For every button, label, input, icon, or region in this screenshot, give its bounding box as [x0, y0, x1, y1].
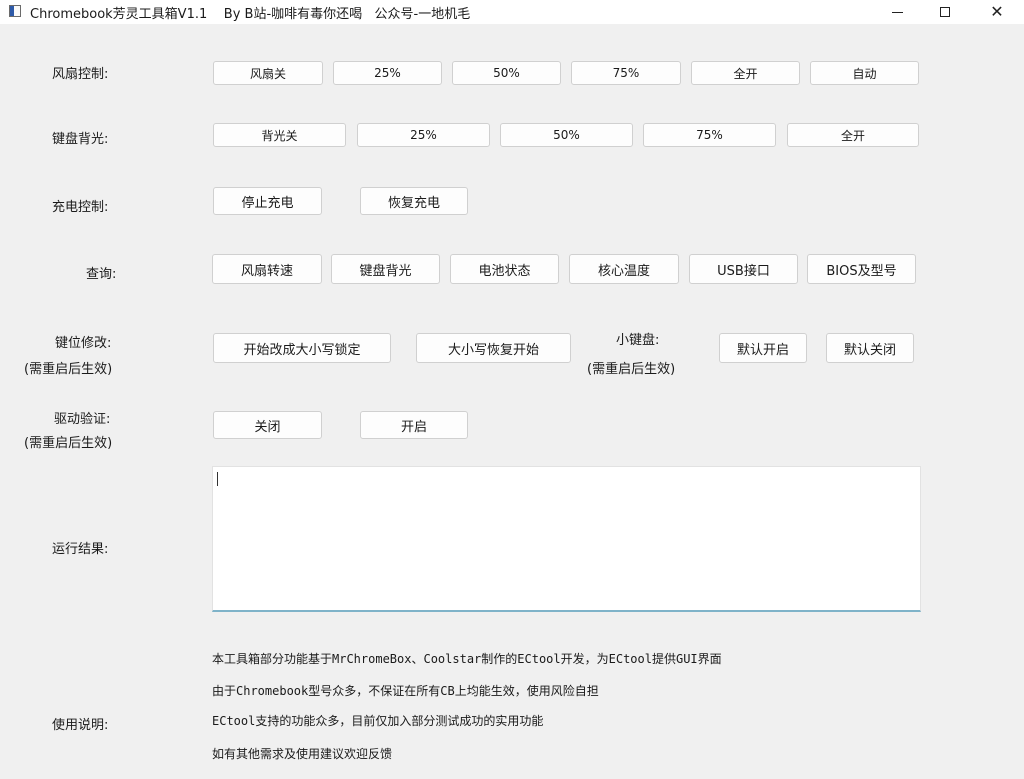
usage-line: 本工具箱部分功能基于MrChromeBox、Coolstar制作的ECtool开…: [212, 652, 722, 666]
maximize-icon: [940, 7, 950, 17]
usage-label: 使用说明:: [52, 718, 109, 733]
query-bios-button[interactable]: BIOS及型号: [807, 254, 916, 284]
keymap-label: 键位修改:: [55, 336, 112, 351]
remap-capslock-button[interactable]: 开始改成大小写锁定: [213, 333, 391, 363]
query-battery-button[interactable]: 电池状态: [450, 254, 559, 284]
fan-50-button[interactable]: 50%: [452, 61, 561, 85]
backlight-full-button[interactable]: 全开: [787, 123, 919, 147]
resume-charge-button[interactable]: 恢复充电: [360, 187, 468, 215]
backlight-75-button[interactable]: 75%: [643, 123, 776, 147]
usage-line: 由于Chromebook型号众多，不保证在所有CB上均能生效，使用风险自担: [212, 684, 599, 698]
query-backlight-button[interactable]: 键盘背光: [331, 254, 440, 284]
query-label: 查询:: [86, 267, 117, 282]
minimize-icon: [891, 11, 903, 13]
query-usb-button[interactable]: USB接口: [689, 254, 798, 284]
fan-full-button[interactable]: 全开: [691, 61, 800, 85]
stop-charge-button[interactable]: 停止充电: [213, 187, 322, 215]
minikeyboard-label: 小键盘:: [616, 333, 660, 348]
result-output[interactable]: [212, 466, 921, 612]
text-caret: [217, 472, 218, 486]
maximize-button[interactable]: [922, 0, 968, 24]
fan-25-button[interactable]: 25%: [333, 61, 442, 85]
app-window: Chromebook芳灵工具箱V1.1 By B站-咖啡有毒你还喝 公众号-一地…: [0, 0, 1024, 779]
minikeyboard-off-button[interactable]: 默认关闭: [826, 333, 914, 363]
result-label: 运行结果:: [52, 542, 109, 557]
usage-line: 如有其他需求及使用建议欢迎反馈: [212, 747, 393, 761]
fan-75-button[interactable]: 75%: [571, 61, 681, 85]
minikeyboard-restart-note: (需重启后生效): [587, 362, 676, 377]
driver-verify-off-button[interactable]: 关闭: [213, 411, 322, 439]
query-temperature-button[interactable]: 核心温度: [569, 254, 679, 284]
backlight-25-button[interactable]: 25%: [357, 123, 490, 147]
usage-line: ECtool支持的功能众多，目前仅加入部分测试成功的实用功能: [212, 714, 544, 728]
minikeyboard-on-button[interactable]: 默认开启: [719, 333, 807, 363]
driver-verify-on-button[interactable]: 开启: [360, 411, 468, 439]
query-fan-speed-button[interactable]: 风扇转速: [212, 254, 322, 284]
backlight-off-button[interactable]: 背光关: [213, 123, 346, 147]
app-icon: [9, 5, 21, 17]
window-title: Chromebook芳灵工具箱V1.1 By B站-咖啡有毒你还喝 公众号-一地…: [30, 7, 471, 22]
close-button[interactable]: ✕: [974, 0, 1020, 24]
backlight-50-button[interactable]: 50%: [500, 123, 633, 147]
minimize-button[interactable]: [874, 0, 920, 24]
keymap-restart-note: (需重启后生效): [24, 362, 113, 377]
driver-restart-note: (需重启后生效): [24, 436, 113, 451]
backlight-label: 键盘背光:: [52, 132, 109, 147]
fan-auto-button[interactable]: 自动: [810, 61, 919, 85]
title-bar[interactable]: Chromebook芳灵工具箱V1.1 By B站-咖啡有毒你还喝 公众号-一地…: [0, 0, 1024, 24]
fan-off-button[interactable]: 风扇关: [213, 61, 323, 85]
restore-capslock-button[interactable]: 大小写恢复开始: [416, 333, 571, 363]
close-icon: ✕: [990, 2, 1004, 21]
driver-verify-label: 驱动验证:: [54, 412, 111, 427]
charge-control-label: 充电控制:: [52, 200, 109, 215]
fan-control-label: 风扇控制:: [52, 67, 109, 82]
